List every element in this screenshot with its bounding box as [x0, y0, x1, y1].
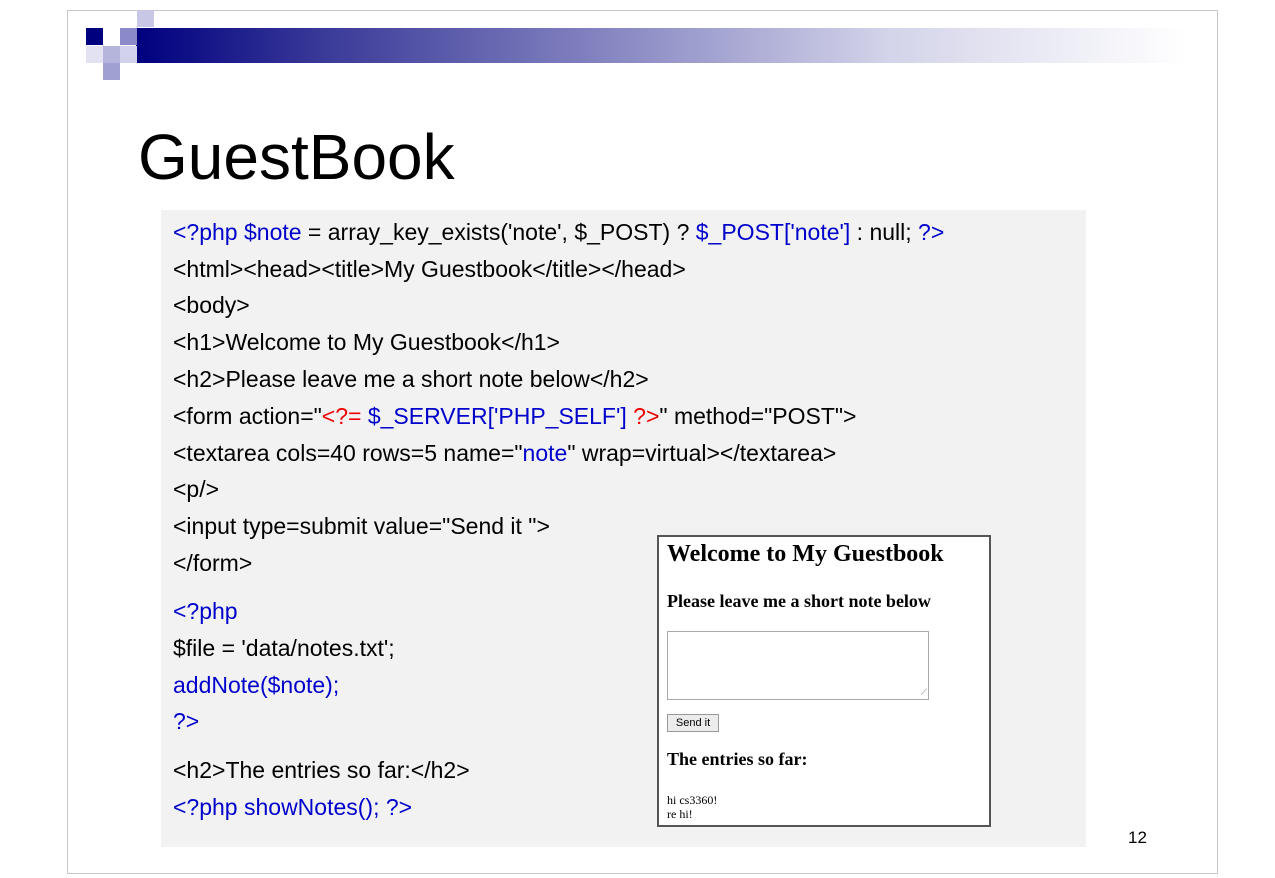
- list-item: hi cs3360!: [667, 793, 718, 807]
- page-number: 12: [1128, 828, 1147, 847]
- decor-square: [120, 28, 137, 45]
- send-it-button[interactable]: Send it: [667, 714, 719, 732]
- code-line-10: </form>: [173, 550, 253, 576]
- decor-square: [137, 10, 154, 27]
- code-line-6: <form action="<?= $_SERVER['PHP_SELF'] ?…: [173, 403, 857, 429]
- code-line-8: <p/>: [173, 476, 220, 502]
- code-line-15: <h2>The entries so far:</h2>: [173, 757, 470, 783]
- decor-square: [86, 46, 103, 63]
- code-line-1: <?php $note = array_key_exists('note', $…: [173, 219, 945, 245]
- preview-subheading: Please leave me a short note below: [667, 591, 931, 611]
- code-line-11: <?php: [173, 598, 238, 624]
- list-item: re hi!: [667, 807, 693, 821]
- code-line-12: $file = 'data/notes.txt';: [173, 635, 395, 661]
- code-line-14: ?>: [173, 708, 200, 734]
- code-line-7: <textarea cols=40 rows=5 name="note" wra…: [173, 440, 837, 466]
- slide-title: GuestBook: [138, 121, 455, 193]
- code-line-13: addNote($note);: [173, 672, 340, 698]
- resize-grip-icon[interactable]: ⟋: [921, 689, 927, 698]
- code-line-4: <h1>Welcome to My Guestbook</h1>: [173, 329, 560, 355]
- code-line-16: <?php showNotes(); ?>: [173, 794, 413, 820]
- code-line-3: <body>: [173, 292, 250, 318]
- header-gradient-bar: [136, 28, 1186, 63]
- code-line-2: <html><head><title>My Guestbook</title><…: [173, 256, 686, 282]
- code-line-5: <h2>Please leave me a short note below</…: [173, 366, 649, 392]
- browser-preview: Welcome to My Guestbook Please leave me …: [657, 535, 991, 827]
- decor-square: [103, 46, 120, 63]
- decor-square: [103, 63, 120, 80]
- decor-square: [86, 28, 103, 45]
- preview-heading: Welcome to My Guestbook: [667, 541, 944, 567]
- decor-square: [120, 46, 137, 63]
- note-textarea[interactable]: ⟋: [667, 631, 929, 700]
- entries-heading: The entries so far:: [667, 749, 808, 769]
- code-line-9: <input type=submit value="Send it ">: [173, 513, 550, 539]
